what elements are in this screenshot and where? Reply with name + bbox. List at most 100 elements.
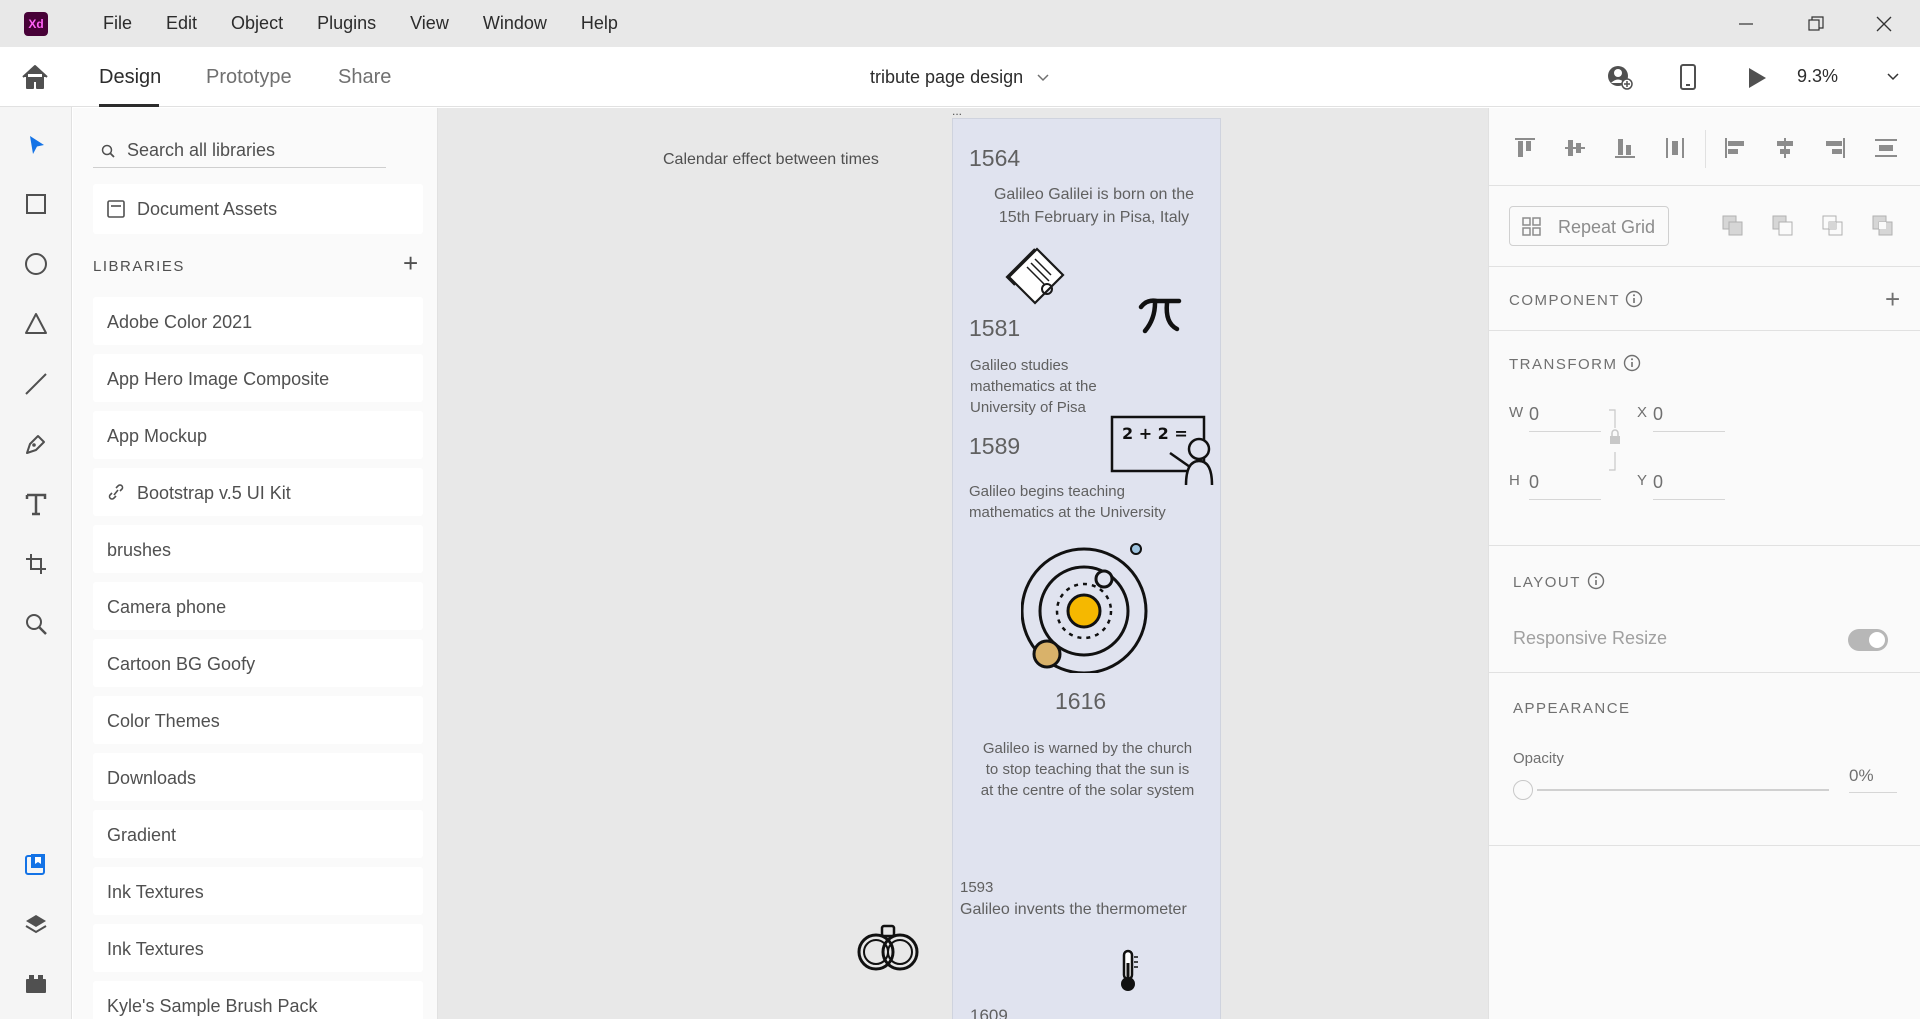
library-item[interactable]: App Hero Image Composite (93, 354, 423, 402)
exclude-boolean-icon[interactable] (1871, 214, 1895, 238)
timeline-text[interactable]: Galileo begins teaching mathematics at t… (969, 481, 1166, 523)
x-field[interactable]: 0 (1653, 404, 1725, 432)
menu-file[interactable]: File (103, 13, 149, 34)
search-input[interactable]: Search all libraries (127, 140, 275, 161)
select-tool[interactable] (22, 131, 50, 159)
timeline-year[interactable]: 1589 (969, 433, 1020, 460)
library-item[interactable]: Downloads (93, 753, 423, 801)
lock-aspect-icon[interactable] (1607, 408, 1623, 474)
library-item[interactable]: Bootstrap v.5 UI Kit (93, 468, 423, 516)
info-icon[interactable] (1623, 354, 1641, 372)
plugins-panel-button[interactable] (22, 970, 50, 998)
align-left-icon[interactable] (1723, 136, 1747, 160)
align-center-icon[interactable] (1773, 136, 1797, 160)
align-bottom-icon[interactable] (1613, 136, 1637, 160)
plugins-icon (26, 975, 46, 993)
minimize-button[interactable] (1716, 0, 1776, 47)
timeline-year[interactable]: 1616 (1055, 688, 1106, 715)
polygon-tool[interactable] (22, 310, 50, 338)
timeline-year[interactable]: 1564 (969, 145, 1020, 172)
library-item[interactable]: brushes (93, 525, 423, 573)
menu-object[interactable]: Object (214, 13, 300, 34)
align-right-icon[interactable] (1823, 136, 1847, 160)
library-item[interactable]: Ink Textures (93, 867, 423, 915)
invite-user-icon[interactable] (1606, 64, 1634, 90)
repeat-grid-button[interactable]: Repeat Grid (1509, 206, 1669, 246)
library-item[interactable]: Ink Textures (93, 924, 423, 972)
info-icon[interactable] (1587, 572, 1605, 590)
responsive-resize-toggle[interactable] (1848, 629, 1888, 651)
pen-tool[interactable] (22, 430, 50, 458)
library-item[interactable]: Cartoon BG Goofy (93, 639, 423, 687)
document-assets-item[interactable]: Document Assets (93, 184, 423, 234)
line-tool[interactable] (22, 370, 50, 398)
ellipse-tool[interactable] (22, 250, 50, 278)
menu-plugins[interactable]: Plugins (300, 13, 393, 34)
subtract-boolean-icon[interactable] (1771, 214, 1795, 238)
search-icon (101, 144, 115, 158)
library-item[interactable]: App Mockup (93, 411, 423, 459)
library-search[interactable]: Search all libraries (93, 132, 386, 168)
play-icon[interactable] (1746, 66, 1768, 90)
library-item[interactable]: Kyle's Sample Brush Pack (93, 981, 423, 1019)
add-component-button[interactable]: + (1885, 284, 1900, 315)
diploma-icon (1005, 247, 1065, 305)
handcuffs-icon[interactable] (856, 920, 922, 974)
chevron-down-icon[interactable] (1036, 71, 1050, 85)
design-canvas[interactable]: Calendar effect between times ... 1564 G… (438, 108, 1488, 1019)
menu-edit[interactable]: Edit (149, 13, 214, 34)
tab-prototype[interactable]: Prototype (206, 66, 292, 89)
distribute-horizontal-icon[interactable] (1873, 136, 1899, 160)
layers-panel-button[interactable] (22, 910, 50, 938)
add-boolean-icon[interactable] (1721, 214, 1745, 238)
library-item[interactable]: Gradient (93, 810, 423, 858)
opacity-field[interactable]: 0% (1849, 766, 1897, 793)
tab-design[interactable]: Design (99, 66, 161, 89)
menu-view[interactable]: View (393, 13, 466, 34)
timeline-text[interactable]: Galileo Galilei is born on the 15th Febr… (979, 183, 1209, 229)
zoom-chevron-icon[interactable] (1886, 70, 1900, 84)
align-top-icon[interactable] (1513, 136, 1537, 160)
height-field[interactable]: 0 (1529, 472, 1601, 500)
divider (1489, 672, 1920, 673)
zoom-tool[interactable] (22, 610, 50, 638)
document-title[interactable]: tribute page design (870, 67, 1023, 88)
zoom-level[interactable]: 9.3% (1797, 66, 1838, 87)
timeline-text[interactable]: Galileo invents the thermometer (960, 899, 1187, 920)
text-tool[interactable] (22, 490, 50, 518)
opacity-slider-handle[interactable] (1513, 780, 1533, 800)
artboard-label[interactable]: ... (952, 108, 962, 118)
restore-button[interactable] (1786, 0, 1846, 47)
library-item[interactable]: Camera phone (93, 582, 423, 630)
divider (1489, 266, 1920, 267)
home-icon[interactable] (20, 63, 50, 91)
width-field[interactable]: 0 (1529, 404, 1601, 432)
close-button[interactable] (1854, 0, 1914, 47)
opacity-slider-track[interactable] (1537, 789, 1829, 791)
intersect-boolean-icon[interactable] (1821, 214, 1845, 238)
menu-help[interactable]: Help (564, 13, 635, 34)
appearance-section-title: APPEARANCE (1513, 700, 1631, 717)
align-middle-icon[interactable] (1563, 136, 1587, 160)
tab-share[interactable]: Share (338, 66, 391, 89)
timeline-text[interactable]: Galileo studies mathematics at the Unive… (970, 355, 1097, 418)
add-library-button[interactable]: + (403, 248, 418, 279)
rectangle-tool[interactable] (22, 190, 50, 218)
distribute-vertical-icon[interactable] (1663, 136, 1687, 160)
ellipse-icon (25, 253, 47, 275)
device-preview-icon[interactable] (1678, 64, 1698, 90)
library-item-label: Camera phone (107, 597, 227, 617)
libraries-panel-button[interactable] (22, 850, 50, 878)
artboard[interactable]: 1564 Galileo Galilei is born on the 15th… (952, 118, 1221, 1019)
library-item[interactable]: Adobe Color 2021 (93, 297, 423, 345)
timeline-year[interactable]: 1581 (969, 315, 1020, 342)
artboard-tool[interactable] (22, 550, 50, 578)
timeline-text[interactable]: Galileo is warned by the church to stop … (965, 738, 1210, 801)
info-icon[interactable] (1625, 290, 1643, 308)
timeline-year[interactable]: 1593 (960, 877, 993, 898)
library-item[interactable]: Color Themes (93, 696, 423, 744)
timeline-year[interactable]: 1609 (970, 1005, 1008, 1019)
canvas-note-text[interactable]: Calendar effect between times (663, 151, 879, 169)
menu-window[interactable]: Window (466, 13, 564, 34)
y-field[interactable]: 0 (1653, 472, 1725, 500)
